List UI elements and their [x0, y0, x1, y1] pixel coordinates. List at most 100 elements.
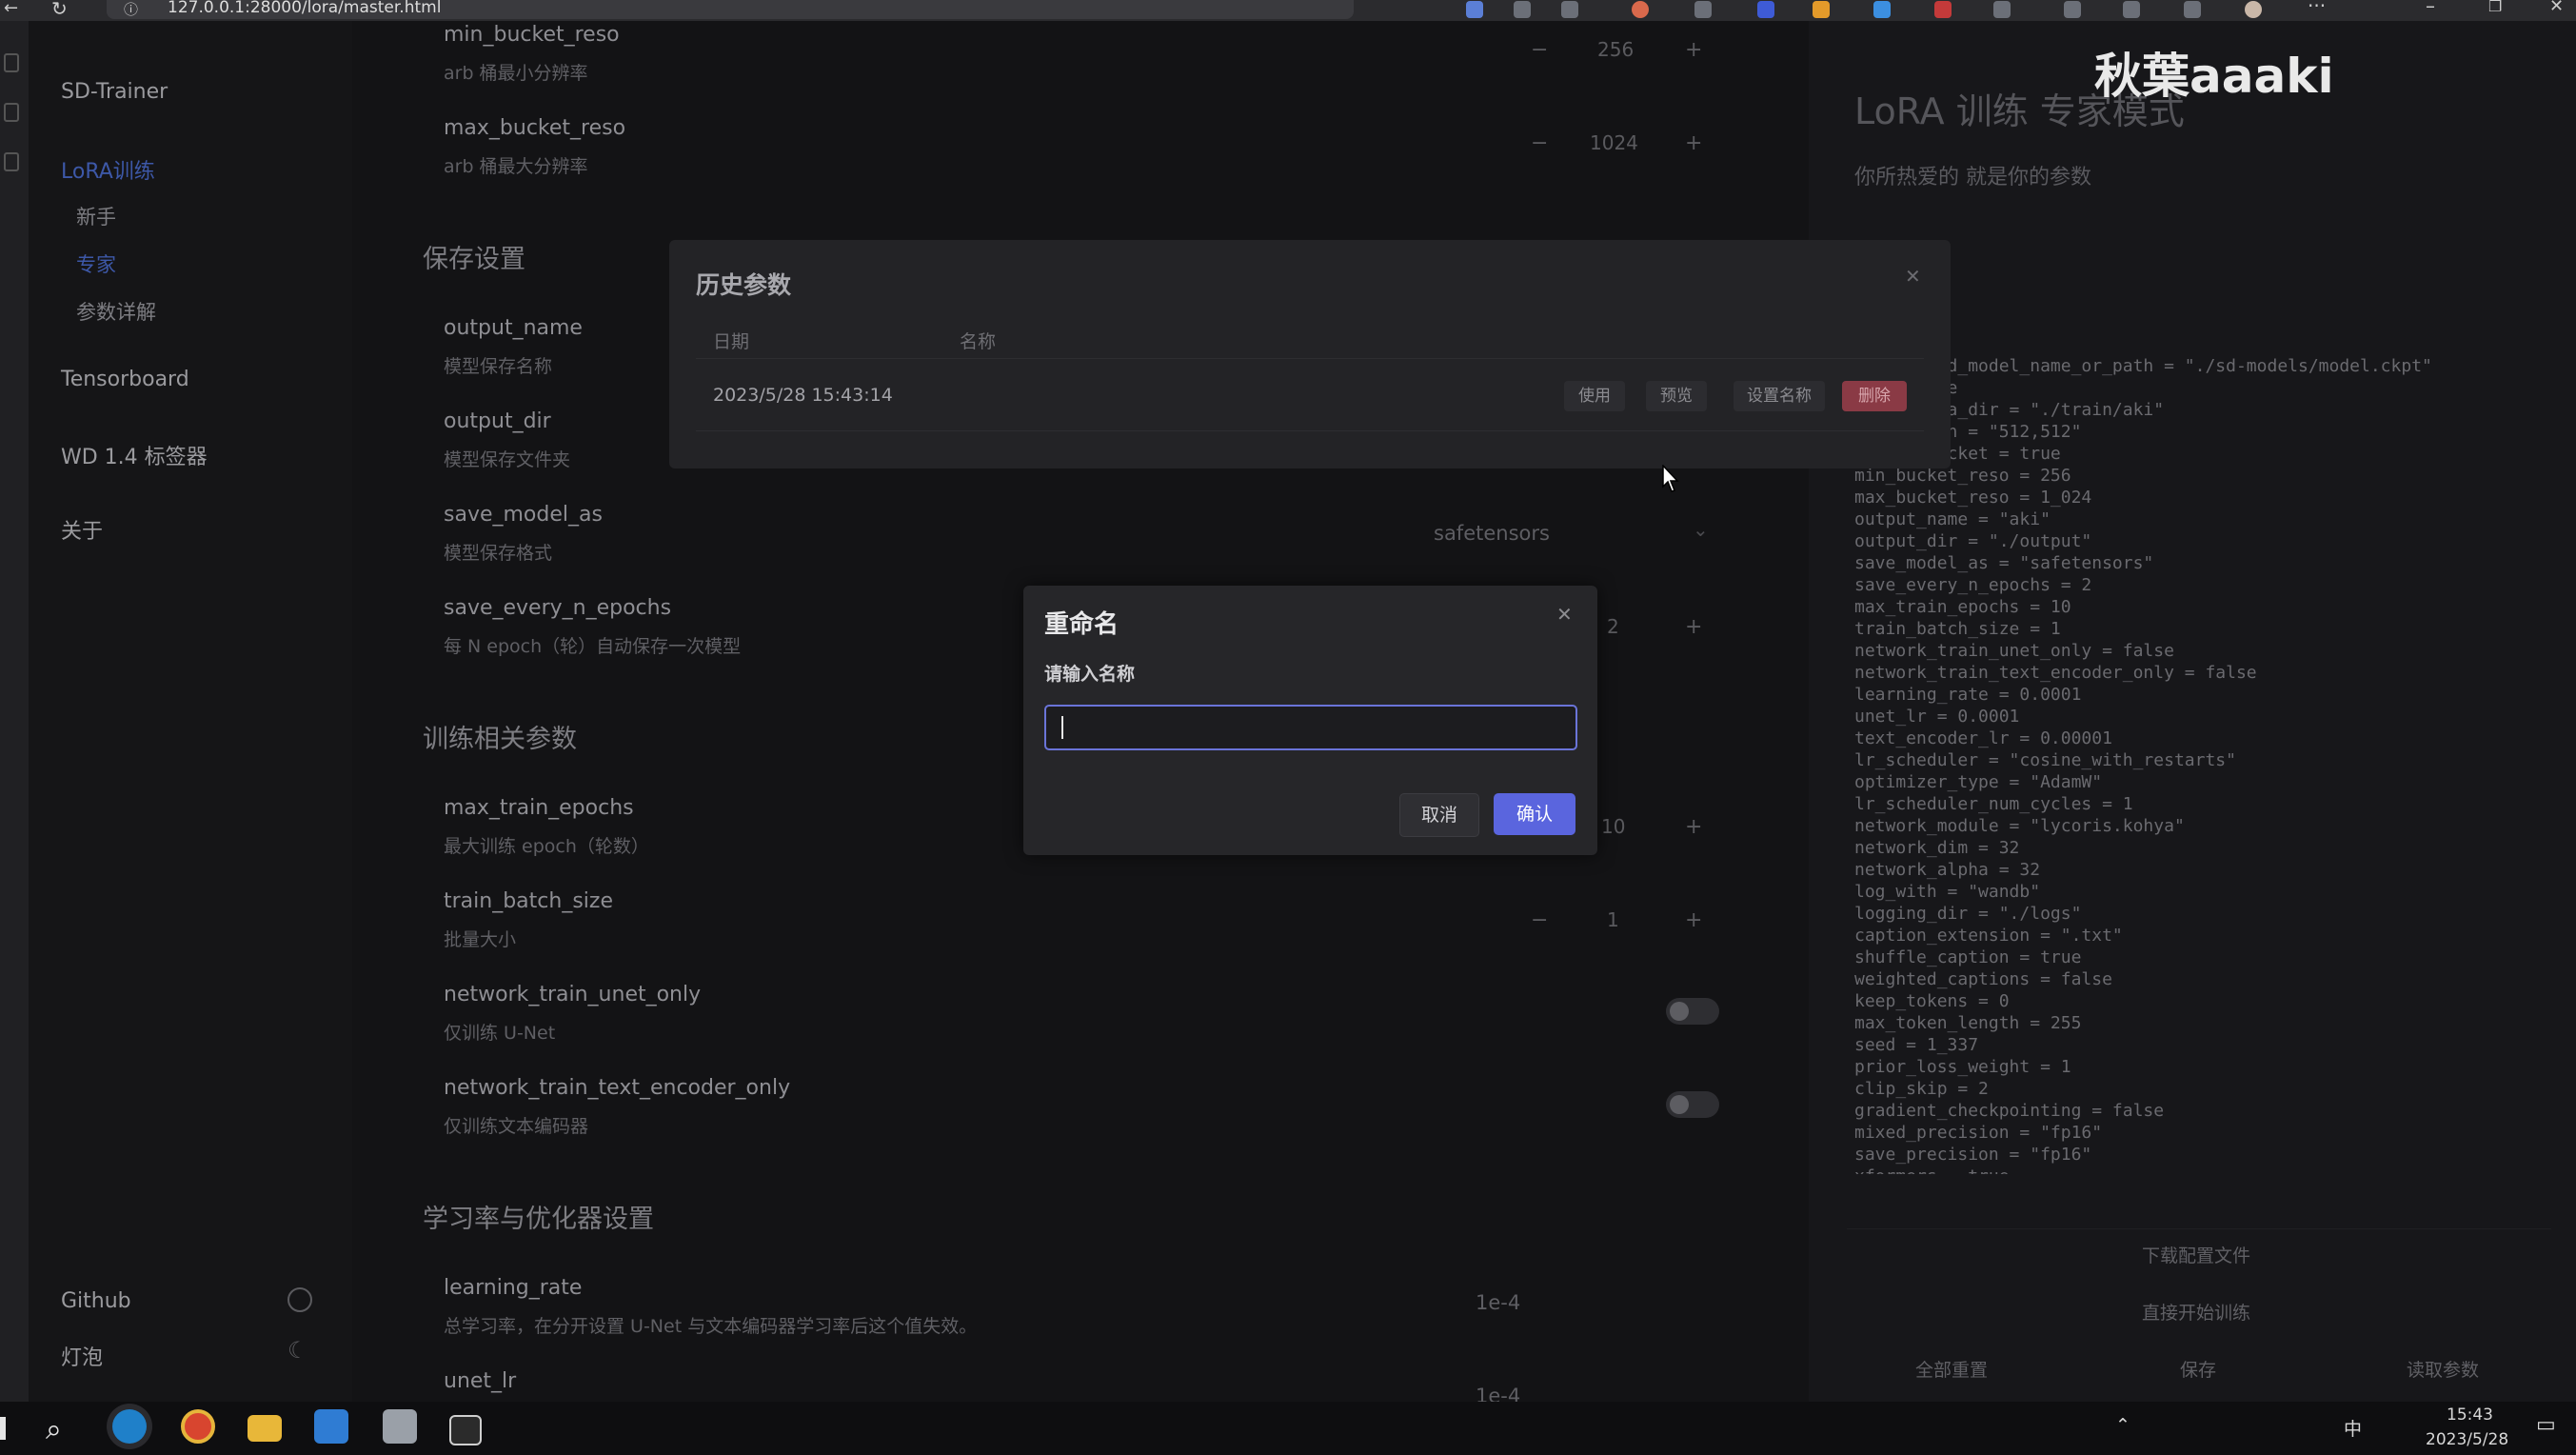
download-icon[interactable] — [2184, 1, 2201, 18]
theme-toggle-label[interactable]: 灯泡 — [61, 1341, 103, 1371]
name-input-label: 请输入名称 — [1044, 664, 1136, 685]
train-batch-size-stepper[interactable]: − 1 + — [1531, 903, 1702, 941]
clock-date[interactable]: 2023/5/28 — [2426, 1430, 2508, 1449]
name-input[interactable] — [1044, 705, 1577, 750]
close-icon[interactable]: ✕ — [1905, 265, 1921, 288]
close-icon[interactable]: ✕ — [1556, 603, 1573, 626]
notification-icon[interactable]: ▭ — [2536, 1413, 2556, 1437]
github-icon[interactable] — [287, 1287, 312, 1312]
tray-overflow-icon[interactable]: ⌃ — [2115, 1415, 2130, 1436]
sidebar-item-tagger[interactable]: WD 1.4 标签器 — [61, 440, 208, 470]
windows-start-icon[interactable] — [0, 1417, 6, 1440]
param-desc: arb 桶最大分辨率 — [444, 156, 588, 177]
plus-icon[interactable]: + — [1685, 908, 1702, 932]
config-line: network_alpha = 32 — [1854, 860, 2041, 880]
app-icon[interactable] — [383, 1409, 417, 1444]
load-params-button[interactable]: 读取参数 — [2407, 1356, 2479, 1382]
minus-icon[interactable]: − — [1531, 131, 1548, 155]
param-name: output_name — [444, 316, 583, 340]
download-config-button[interactable]: 下载配置文件 — [2142, 1242, 2250, 1267]
param-desc: 最大训练 epoch（轮数） — [444, 836, 649, 857]
close-icon[interactable]: ✕ — [2549, 0, 2564, 16]
learning-rate-input[interactable]: 1e-4 — [1476, 1291, 1520, 1314]
preview-button[interactable]: 预览 — [1646, 381, 1707, 411]
min-bucket-reso-stepper[interactable]: − 256 + — [1531, 32, 1702, 70]
chrome-icon[interactable] — [181, 1409, 215, 1444]
delete-button[interactable]: 删除 — [1842, 381, 1907, 411]
extension-icon[interactable] — [1694, 1, 1712, 18]
ime-indicator[interactable]: 中 — [2344, 1415, 2362, 1441]
file-explorer-icon[interactable] — [248, 1415, 282, 1442]
config-line: text_encoder_lr = 0.00001 — [1854, 728, 2112, 748]
sidebar-item-lora[interactable]: LoRA训练 — [61, 154, 155, 185]
config-line: network_train_text_encoder_only = false — [1854, 663, 2257, 683]
moon-icon[interactable]: ☾ — [287, 1337, 308, 1364]
config-line: network_train_unet_only = false — [1854, 641, 2174, 661]
param-desc: arb 桶最小分辨率 — [444, 63, 588, 84]
read-aloud-icon[interactable] — [1514, 1, 1531, 18]
config-line: save_every_n_epochs = 2 — [1854, 575, 2092, 595]
search-icon[interactable]: ⌕ — [46, 1413, 62, 1446]
more-icon[interactable]: ··· — [2308, 0, 2326, 17]
extension-icon[interactable] — [1873, 1, 1891, 18]
extension-icon[interactable] — [1561, 1, 1578, 18]
github-link[interactable]: Github — [61, 1289, 131, 1313]
param-name: max_train_epochs — [444, 796, 634, 820]
address-bar[interactable]: ⓘ 127.0.0.1:28000/lora/master.html — [107, 0, 1354, 19]
extension-icon[interactable] — [1632, 1, 1649, 18]
tab-icon[interactable] — [4, 152, 19, 171]
watermark-text: 秋葉aaaki — [2094, 49, 2334, 104]
minus-icon[interactable]: − — [1531, 908, 1548, 932]
save-model-as-select[interactable]: safetensors ⌄ — [1434, 516, 1710, 554]
table-row: 2023/5/28 15:43:14 使用 预览 设置名称 删除 — [669, 364, 1951, 430]
minimize-icon[interactable]: – — [2426, 0, 2435, 17]
reload-icon[interactable]: ↻ — [51, 0, 68, 20]
back-icon[interactable]: ← — [4, 0, 18, 18]
maximize-icon[interactable]: ❐ — [2488, 0, 2502, 15]
extension-icon[interactable] — [1466, 1, 1483, 18]
sidebar-item-expert[interactable]: 专家 — [76, 249, 116, 278]
reset-all-button[interactable]: 全部重置 — [1915, 1356, 1988, 1382]
config-line: lr_scheduler_num_cycles = 1 — [1854, 794, 2133, 814]
cancel-button[interactable]: 取消 — [1399, 793, 1479, 837]
plus-icon[interactable]: + — [1685, 615, 1702, 639]
sidebar-item-beginner[interactable]: 新手 — [76, 202, 116, 230]
param-desc: 模型保存名称 — [444, 356, 553, 377]
param-name: train_batch_size — [444, 889, 613, 913]
sidebar-item-param-docs[interactable]: 参数详解 — [76, 297, 156, 326]
confirm-button[interactable]: 确认 — [1494, 793, 1575, 835]
config-line: save_model_as = "safetensors" — [1854, 553, 2154, 573]
text-encoder-only-toggle[interactable] — [1666, 1091, 1719, 1118]
mode-subtitle: 你所热爱的 就是你的参数 — [1854, 166, 2091, 189]
vscode-icon[interactable] — [314, 1409, 348, 1444]
start-training-button[interactable]: 直接开始训练 — [2142, 1299, 2250, 1325]
history-icon[interactable] — [2123, 1, 2140, 18]
sidebar-item-tensorboard[interactable]: Tensorboard — [61, 368, 189, 391]
edge-icon[interactable] — [112, 1409, 147, 1444]
set-name-button[interactable]: 设置名称 — [1734, 381, 1825, 411]
max-bucket-reso-stepper[interactable]: − 1024 + — [1531, 126, 1702, 164]
clock-time[interactable]: 15:43 — [2447, 1405, 2493, 1425]
avatar[interactable] — [2245, 1, 2262, 18]
tab-icon[interactable] — [4, 103, 19, 122]
config-line: resolution = "512,512" — [1854, 422, 2082, 442]
tab-icon[interactable] — [4, 53, 19, 72]
extensions-icon[interactable] — [1993, 1, 2011, 18]
config-line: seed = 1_337 — [1854, 1035, 1979, 1055]
plus-icon[interactable]: + — [1685, 815, 1702, 839]
info-icon[interactable]: ⓘ — [124, 0, 138, 19]
unet-only-toggle[interactable] — [1666, 998, 1719, 1025]
config-line: train_batch_size = 1 — [1854, 619, 2061, 639]
minus-icon[interactable]: − — [1531, 38, 1548, 62]
extension-icon[interactable] — [1757, 1, 1774, 18]
extension-icon[interactable] — [1934, 1, 1952, 18]
plus-icon[interactable]: + — [1685, 131, 1702, 155]
extension-icon[interactable] — [1813, 1, 1830, 18]
plus-icon[interactable]: + — [1685, 38, 1702, 62]
save-button[interactable]: 保存 — [2180, 1356, 2216, 1382]
use-button[interactable]: 使用 — [1564, 381, 1625, 411]
param-name: save_model_as — [444, 503, 603, 527]
favorites-icon[interactable] — [2064, 1, 2081, 18]
sidebar-item-about[interactable]: 关于 — [61, 514, 103, 545]
terminal-icon[interactable] — [449, 1415, 482, 1445]
